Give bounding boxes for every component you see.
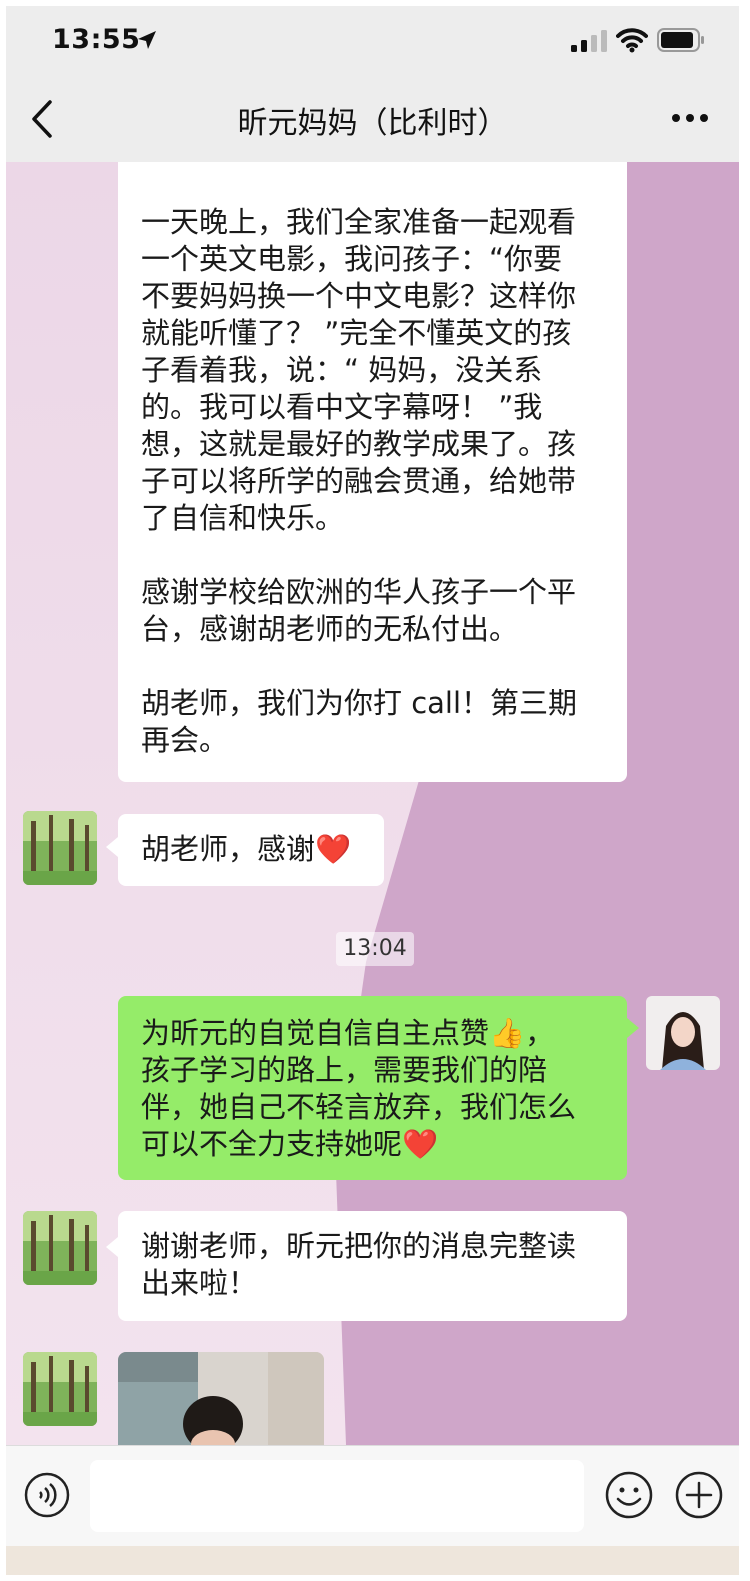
bubble-tail <box>106 837 118 857</box>
photo-message[interactable] <box>118 1352 324 1445</box>
contact-avatar[interactable] <box>23 1352 97 1426</box>
contact-avatar[interactable] <box>23 811 97 885</box>
contact-avatar[interactable] <box>23 1211 97 1285</box>
cellular-signal-icon <box>571 30 607 52</box>
voice-icon[interactable] <box>24 1472 70 1518</box>
message-paragraph: 感谢学校给欧洲的华人孩子一个平 台，感谢胡老师的无私付出。 <box>141 575 577 646</box>
status-time: 13:55 <box>52 24 141 55</box>
received-message-bubble[interactable]: 胡老师，感谢❤️ <box>118 814 384 886</box>
bubble-tail <box>627 1018 639 1038</box>
message-input-bar <box>6 1445 739 1575</box>
bubble-tail <box>106 1237 118 1257</box>
message-paragraph: 胡老师，我们为你打 call！第三期 再会。 <box>141 686 578 757</box>
message-text: 谢谢老师，昕元把你的消息完整读 出来啦！ <box>141 1229 577 1300</box>
my-avatar[interactable] <box>646 996 720 1070</box>
location-arrow-icon <box>138 31 156 49</box>
keyboard-area <box>6 1546 739 1575</box>
received-message-bubble[interactable]: 一天晚上，我们全家准备一起观看 一个英文电影，我问孩子：“你要 不要妈妈换一个中… <box>118 162 627 782</box>
message-input[interactable] <box>90 1460 584 1532</box>
plus-icon[interactable] <box>674 1470 724 1520</box>
message-text: 胡老师，感谢❤️ <box>141 832 352 866</box>
received-message-bubble[interactable]: 谢谢老师，昕元把你的消息完整读 出来啦！ <box>118 1211 627 1321</box>
emoji-icon[interactable] <box>604 1470 654 1520</box>
message-text: 为昕元的自觉自信自主点赞👍， 孩子学习的路上，需要我们的陪 伴，她自己不轻言放弃… <box>141 1016 577 1161</box>
message-timestamp: 13:04 <box>336 932 414 966</box>
battery-icon <box>657 28 704 52</box>
chat-header: 昕元妈妈（比利时） <box>6 76 739 162</box>
chat-title: 昕元妈妈（比利时） <box>237 106 508 141</box>
message-paragraph: 一天晚上，我们全家准备一起观看 一个英文电影，我问孩子：“你要 不要妈妈换一个中… <box>141 205 577 535</box>
more-dots-icon[interactable] <box>666 106 714 130</box>
phone-screen: 13:55 昕元妈妈（比利时） 一天晚上，我们全家准备一起观看 一个英文电影，我… <box>6 6 739 1575</box>
chat-message-list[interactable]: 一天晚上，我们全家准备一起观看 一个英文电影，我问孩子：“你要 不要妈妈换一个中… <box>6 162 739 1445</box>
status-bar: 13:55 <box>6 6 739 76</box>
sent-message-bubble[interactable]: 为昕元的自觉自信自主点赞👍， 孩子学习的路上，需要我们的陪 伴，她自己不轻言放弃… <box>118 996 627 1180</box>
back-chevron-icon[interactable] <box>24 98 60 140</box>
wifi-icon <box>616 28 648 53</box>
